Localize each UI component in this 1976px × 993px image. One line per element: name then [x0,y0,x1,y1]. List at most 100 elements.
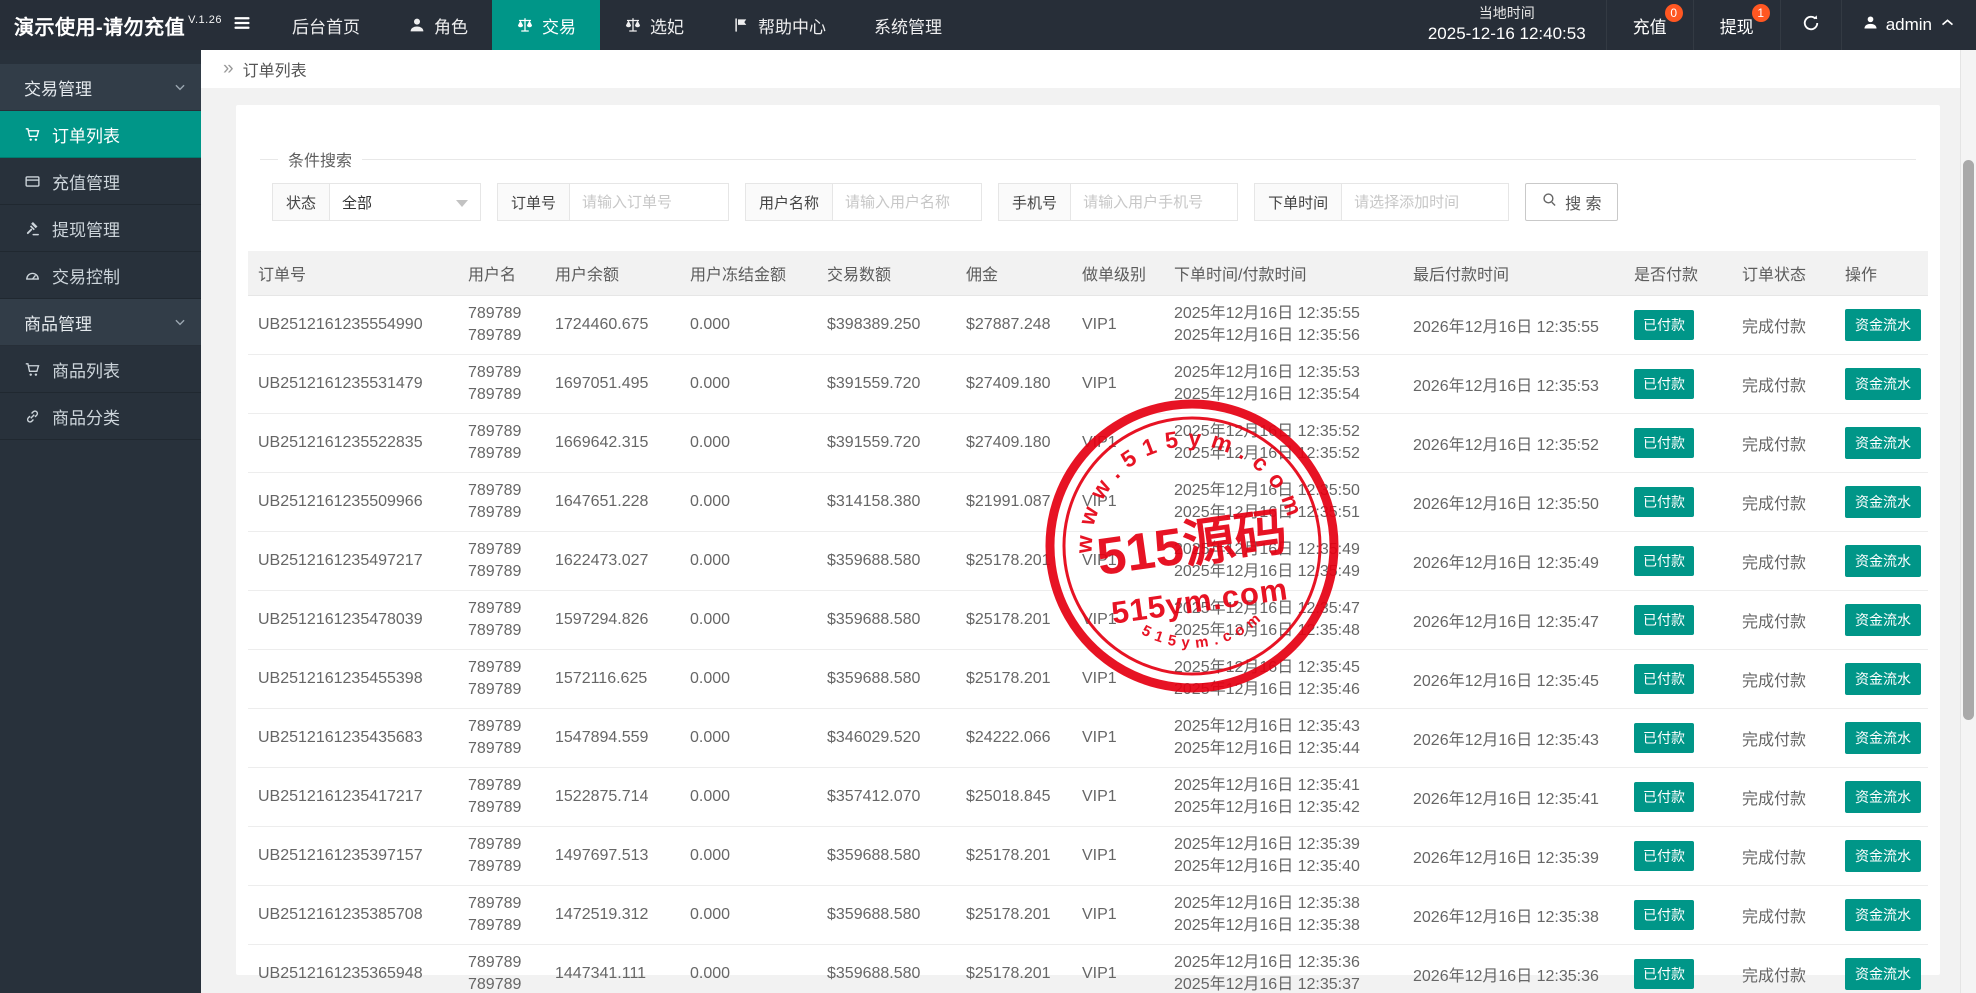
amount-cell: $359688.580 [817,590,956,650]
orders-table: 订单号 用户名 用户余额 用户冻结金额 交易数额 佣金 做单级别 下单时间/付款时间 最后付款时… [248,251,1928,993]
sidebar-item-trade-control[interactable]: 交易控制 [0,252,201,299]
order-time-input[interactable] [1341,183,1510,221]
column-header: 佣金 [956,251,1072,296]
search-icon [1541,191,1558,213]
phone-input[interactable] [1070,183,1239,221]
fund-flow-button[interactable]: 资金流水 [1845,840,1921,872]
nav-item-label: 帮助中心 [758,17,826,37]
recharge-label: 充值 [1632,17,1667,37]
column-header: 交易数额 [817,251,956,296]
fund-flow-button[interactable]: 资金流水 [1845,663,1921,695]
nav-item-xuanfei[interactable]: 选妃 [600,0,708,50]
status-select[interactable]: 全部 [329,183,482,221]
username-input[interactable] [832,183,983,221]
sidebar-group-goods-mgmt[interactable]: 商品管理 [0,299,201,346]
paid-status-badge: 已付款 [1634,841,1694,871]
sidebar: 交易管理 订单列表 充值管理 提现管理交易控制商品管理 商品列表 商品分类 [0,50,201,993]
frozen-cell: 0.000 [680,944,817,993]
column-header: 做单级别 [1072,251,1164,296]
app-title-text: 演示使用-请勿充值 [14,16,186,39]
nav-item-system[interactable]: 系统管理 [850,0,966,50]
sidebar-item-label: 交易控制 [52,267,120,287]
nav-item-home[interactable]: 后台首页 [268,0,384,50]
sidebar-item-goods-list[interactable]: 商品列表 [0,346,201,393]
action-cell: 资金流水 [1835,295,1928,355]
paid-cell: 已付款 [1624,885,1732,945]
last-pay-time-cell: 2026年12月16日 12:35:47 [1403,590,1624,650]
commission-cell: $25178.201 [956,531,1072,591]
frozen-cell: 0.000 [680,295,817,355]
table-row: UB2512161235455398 789789 789789 1572116.62… [248,649,1928,709]
username-cell: 789789 789789 [458,826,545,886]
fund-flow-button[interactable]: 资金流水 [1845,368,1921,400]
fund-flow-button[interactable]: 资金流水 [1845,545,1921,577]
nav-item-help[interactable]: 帮助中心 [708,0,850,50]
select-arrow-icon [456,200,469,207]
username-cell: 789789 789789 [458,472,545,532]
username-filter: 用户名称 [745,183,983,221]
last-pay-time-cell: 2026年12月16日 12:35:43 [1403,708,1624,768]
table-row: UB2512161235531479 789789 789789 1697051.49… [248,354,1928,414]
fund-flow-button[interactable]: 资金流水 [1845,486,1921,518]
paid-cell: 已付款 [1624,826,1732,886]
main-content: » 订单列表 条件搜索 状态 全部 订单号 用户名称 [201,50,1960,993]
order-no-cell: UB2512161235397157 [248,826,458,886]
fund-flow-button[interactable]: 资金流水 [1845,781,1921,813]
order-time-label: 下单时间 [1254,183,1343,221]
user-menu[interactable]: admin [1840,0,1976,50]
frozen-cell: 0.000 [680,767,817,827]
local-time-label: 当地时间 [1478,5,1535,22]
fund-flow-button[interactable]: 资金流水 [1845,427,1921,459]
level-cell: VIP1 [1072,590,1164,650]
fund-flow-button[interactable]: 资金流水 [1845,309,1921,341]
sidebar-group-trade-mgmt[interactable]: 交易管理 [0,64,201,111]
menu-toggle-button[interactable] [216,0,268,50]
frozen-cell: 0.000 [680,649,817,709]
nav-item-role[interactable]: 角色 [384,0,492,50]
recharge-count-badge: 0 [1664,4,1683,22]
table-row: UB2512161235478039 789789 789789 1597294.82… [248,590,1928,650]
order-time-cell: 2025年12月16日 12:35:47 2025年12月16日 12:35:48 [1164,590,1403,650]
paid-status-badge: 已付款 [1634,959,1694,989]
last-pay-time-cell: 2026年12月16日 12:35:38 [1403,885,1624,945]
cart-icon [24,126,41,143]
order-no-cell: UB2512161235478039 [248,590,458,650]
header-right: 当地时间 2025-12-16 12:40:53 充值 0 提现 1 admin [1408,0,1976,50]
sidebar-item-goods-category[interactable]: 商品分类 [0,393,201,440]
balance-cell: 1669642.315 [545,413,680,473]
withdraw-button[interactable]: 提现 1 [1692,0,1780,50]
last-pay-time-cell: 2026年12月16日 12:35:45 [1403,649,1624,709]
refresh-button[interactable] [1779,0,1841,50]
balance-cell: 1472519.312 [545,885,680,945]
last-pay-time-cell: 2026年12月16日 12:35:50 [1403,472,1624,532]
sidebar-item-recharge-mgmt[interactable]: 充值管理 [0,158,201,205]
refresh-icon [1801,13,1821,38]
table-row: UB2512161235365948 789789 789789 1447341.11… [248,944,1928,993]
column-header: 最后付款时间 [1403,251,1624,296]
nav-item-trade[interactable]: 交易 [492,0,600,50]
user-icon [1862,14,1879,36]
sidebar-item-withdraw-mgmt[interactable]: 提现管理 [0,205,201,252]
local-time-value: 2025-12-16 12:40:53 [1427,23,1586,43]
order-no-input[interactable] [569,183,730,221]
fund-flow-button[interactable]: 资金流水 [1845,958,1921,990]
frozen-cell: 0.000 [680,413,817,473]
order-time-cell: 2025年12月16日 12:35:53 2025年12月16日 12:35:54 [1164,354,1403,414]
recharge-button[interactable]: 充值 0 [1605,0,1693,50]
order-no-cell: UB2512161235531479 [248,354,458,414]
fund-flow-button[interactable]: 资金流水 [1845,604,1921,636]
chevron-down-icon [173,80,187,94]
frozen-cell: 0.000 [680,472,817,532]
scrollbar-thumb[interactable] [1963,160,1974,720]
sidebar-item-order-list[interactable]: 订单列表 [0,111,201,158]
username-cell: 789789 789789 [458,354,545,414]
frozen-cell: 0.000 [680,531,817,591]
fund-flow-button[interactable]: 资金流水 [1845,722,1921,754]
fund-flow-button[interactable]: 资金流水 [1845,899,1921,931]
table-row: UB2512161235522835 789789 789789 1669642.31… [248,413,1928,473]
order-status-cell: 完成付款 [1732,413,1835,473]
order-time-cell: 2025年12月16日 12:35:50 2025年12月16日 12:35:51 [1164,472,1403,532]
table-row: UB2512161235554990 789789 789789 1724460.67… [248,295,1928,355]
column-header: 用户余额 [545,251,680,296]
search-button[interactable]: 搜 索 [1525,183,1618,221]
